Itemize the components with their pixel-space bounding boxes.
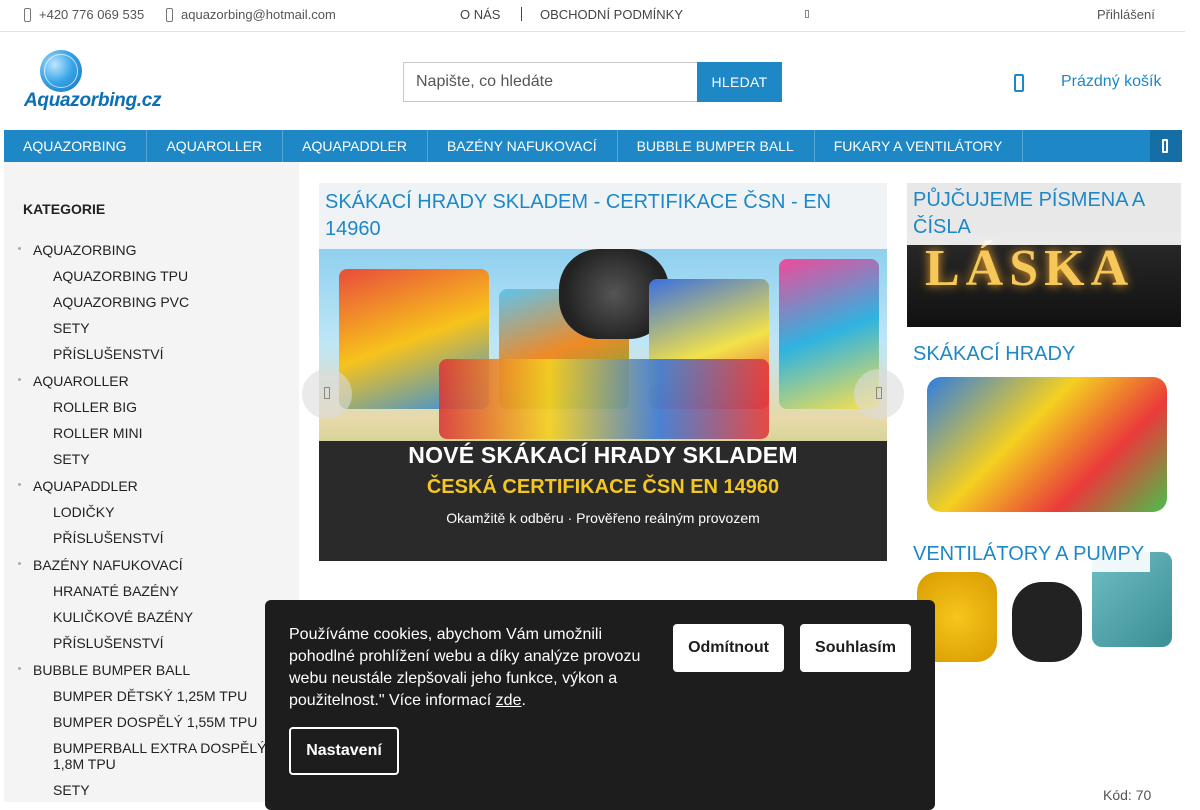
topnav-about[interactable]: O NÁS — [460, 7, 500, 22]
phone-number[interactable]: +420 776 069 535 — [39, 7, 144, 22]
cart-icon[interactable] — [1014, 74, 1024, 92]
hero-banner-subline: Okamžitě k odběru · Prověřeno reálným pr… — [446, 510, 760, 526]
carousel-prev-button[interactable] — [302, 369, 352, 419]
topnav-more-icon[interactable] — [805, 10, 809, 18]
promo-letters-label[interactable]: PŮJČUJEME PÍSMENA A ČÍSLA — [907, 183, 1181, 245]
topnav-divider — [521, 7, 522, 21]
search-input[interactable] — [403, 62, 697, 102]
topnav-about-label[interactable]: O NÁS — [460, 7, 500, 22]
site-logo[interactable]: Aquazorbing.cz — [24, 50, 174, 112]
login-label[interactable]: Přihlášení — [1097, 7, 1155, 22]
subcategory-item[interactable]: SETY — [4, 777, 299, 803]
promo-blowers[interactable]: VENTILÁTORY A PUMPY — [907, 537, 1181, 682]
subcategory-item[interactable]: BUMPERBALL EXTRA DOSPĚLÝ 1,8M TPU — [4, 735, 299, 777]
hero-caption[interactable]: SKÁKACÍ HRADY SKLADEM - CERTIFIKACE ČSN … — [319, 183, 887, 249]
nav-item-aquaroller[interactable]: AQUAROLLER — [147, 130, 284, 162]
category-list: AQUAZORBING AQUAZORBING TPU AQUAZORBING … — [4, 236, 299, 803]
promo-bouncy-castles-label[interactable]: SKÁKACÍ HRADY — [907, 337, 1082, 372]
nav-item-bazeny[interactable]: BAZÉNY NAFUKOVACÍ — [428, 130, 618, 162]
logo-wordmark: Aquazorbing.cz — [24, 90, 162, 111]
nav-item-aquazorbing[interactable]: AQUAZORBING — [4, 130, 148, 162]
nav-item-fukary[interactable]: FUKARY A VENTILÁTORY — [815, 130, 1024, 162]
main-navigation: AQUAZORBING AQUAROLLER AQUAPADDLER BAZÉN… — [4, 130, 1182, 162]
nav-item-aquapaddler[interactable]: AQUAPADDLER — [283, 130, 428, 162]
phone-icon — [24, 7, 31, 22]
header: Aquazorbing.cz HLEDAT Prázdný košík — [0, 32, 1185, 130]
cookie-accept-button[interactable]: Souhlasím — [800, 624, 911, 672]
subcategory-item[interactable]: LODIČKY — [4, 499, 299, 525]
search-bar: HLEDAT — [403, 62, 782, 102]
cookie-settings-button[interactable]: Nastavení — [289, 727, 399, 775]
subcategory-item[interactable]: AQUAZORBING PVC — [4, 289, 299, 315]
phone-contact[interactable]: +420 776 069 535 — [24, 7, 144, 22]
email-contact[interactable]: aquazorbing@hotmail.com — [166, 7, 336, 22]
chevron-left-icon — [324, 387, 330, 399]
login-link[interactable]: Přihlášení — [1097, 7, 1155, 22]
category-item[interactable]: AQUAROLLER — [4, 368, 299, 394]
category-item[interactable]: BAZÉNY NAFUKOVACÍ — [4, 552, 299, 578]
globe-icon — [40, 50, 82, 92]
subcategory-item[interactable]: PŘÍSLUŠENSTVÍ — [4, 341, 299, 367]
nav-item-bumper-ball[interactable]: BUBBLE BUMPER BALL — [618, 130, 815, 162]
cookie-reject-button[interactable]: Odmítnout — [673, 624, 784, 672]
email-address[interactable]: aquazorbing@hotmail.com — [181, 7, 336, 22]
hero-banner-certification: ČESKÁ CERTIFIKACE ČSN EN 14960 — [426, 476, 780, 498]
promo-bouncy-castles[interactable]: SKÁKACÍ HRADY — [907, 337, 1181, 522]
subcategory-item[interactable]: PŘÍSLUŠENSTVÍ — [4, 630, 299, 656]
letters-image-text: LÁSKA — [925, 240, 1135, 297]
cookie-text: Používáme cookies, abychom Vám umožnili … — [289, 624, 649, 712]
carousel-next-button[interactable] — [854, 369, 904, 419]
subcategory-item[interactable]: BUMPER DĚTSKÝ 1,25M TPU — [4, 683, 299, 709]
hero-banner-headline: NOVÉ SKÁKACÍ HRADY SKLADEM — [408, 442, 798, 468]
subcategory-item[interactable]: SETY — [4, 446, 299, 472]
bouncy-castle-image — [927, 377, 1167, 512]
subcategory-item[interactable]: PŘÍSLUŠENSTVÍ — [4, 525, 299, 551]
cookie-message: Používáme cookies, abychom Vám umožnili … — [289, 626, 641, 709]
promo-blowers-label[interactable]: VENTILÁTORY A PUMPY — [907, 537, 1151, 572]
category-item[interactable]: AQUAPADDLER — [4, 473, 299, 499]
subcategory-item[interactable]: HRANATÉ BAZÉNY — [4, 578, 299, 604]
subcategory-item[interactable]: ROLLER BIG — [4, 394, 299, 420]
cart-label[interactable]: Prázdný košík — [1061, 73, 1161, 91]
email-icon — [166, 7, 173, 22]
topnav-terms[interactable]: OBCHODNÍ PODMÍNKY — [540, 7, 683, 22]
promo-letters[interactable]: LÁSKA PŮJČUJEME PÍSMENA A ČÍSLA — [907, 183, 1181, 327]
search-button[interactable]: HLEDAT — [697, 62, 782, 102]
inflatable-castle-shape — [439, 359, 769, 439]
subcategory-item[interactable]: SETY — [4, 315, 299, 341]
cookie-more-info-link[interactable]: zde — [496, 692, 522, 709]
sidebar-title: KATEGORIE — [23, 201, 106, 217]
pump-image — [1012, 582, 1082, 662]
cookie-message-end: . — [521, 692, 526, 709]
subcategory-item[interactable]: KULIČKOVÉ BAZÉNY — [4, 604, 299, 630]
category-item[interactable]: BUBBLE BUMPER BALL — [4, 657, 299, 683]
top-bar: +420 776 069 535 aquazorbing@hotmail.com… — [0, 0, 1185, 32]
cookie-consent-banner: Používáme cookies, abychom Vám umožnili … — [265, 600, 935, 810]
subcategory-item[interactable]: ROLLER MINI — [4, 420, 299, 446]
hero-carousel-slide[interactable]: NOVÉ SKÁKACÍ HRADY SKLADEM ČESKÁ CERTIFI… — [319, 183, 887, 561]
category-item[interactable]: AQUAZORBING — [4, 237, 299, 263]
nav-more-button[interactable] — [1150, 130, 1182, 162]
subcategory-item[interactable]: BUMPER DOSPĚLÝ 1,55M TPU — [4, 709, 299, 735]
menu-icon — [1162, 139, 1168, 153]
chevron-right-icon — [876, 387, 882, 399]
hero-caption-text[interactable]: SKÁKACÍ HRADY SKLADEM - CERTIFIKACE ČSN … — [325, 191, 831, 240]
category-sidebar: KATEGORIE AQUAZORBING AQUAZORBING TPU AQ… — [4, 162, 299, 802]
subcategory-item[interactable]: AQUAZORBING TPU — [4, 263, 299, 289]
topnav-terms-label[interactable]: OBCHODNÍ PODMÍNKY — [540, 7, 683, 22]
product-code: Kód: 70 — [1103, 787, 1152, 803]
